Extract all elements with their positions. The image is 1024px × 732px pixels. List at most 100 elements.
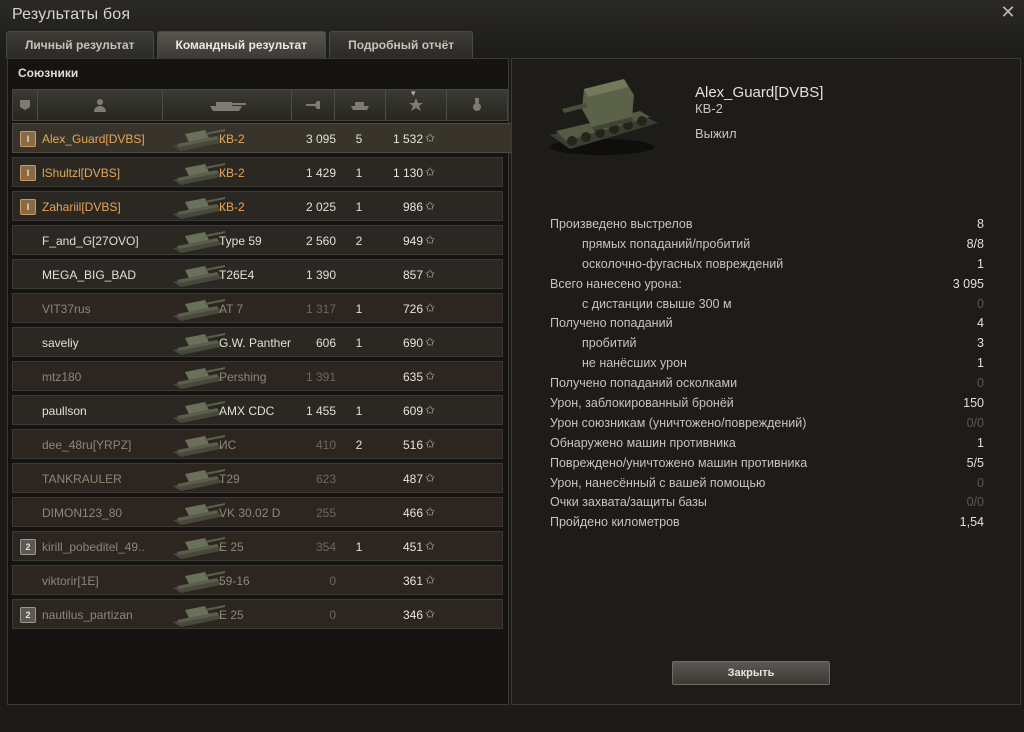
- tank-icon: [210, 102, 246, 111]
- stat-row: не нанёсших урон 1: [550, 354, 984, 374]
- stat-row: осколочно-фугасных повреждений 1: [550, 255, 984, 275]
- stat-label: Произведено выстрелов: [550, 217, 693, 231]
- stat-row: Получено попаданий 4: [550, 314, 984, 334]
- team-row[interactable]: F_and_G[27OVO] Type 59 2 560 2 949 ✩: [12, 225, 503, 255]
- damage-value: 2 560: [305, 234, 336, 248]
- team-row[interactable]: IlShultzl[DVBS] КВ-2 1 429 1 1 130 ✩: [12, 157, 503, 187]
- team-row[interactable]: saveliy G.W. Panther 606 1 690 ✩: [12, 327, 503, 357]
- team-row[interactable]: dee_48ru[YRPZ] ИС 410 2 516 ✩: [12, 429, 503, 459]
- team-row[interactable]: 2 nautilus_partizan E 25 0 346 ✩: [12, 599, 503, 629]
- kills-value: 1: [355, 404, 363, 418]
- team-row[interactable]: mtz180 Pershing 1 391 635 ✩: [12, 361, 503, 391]
- stat-label: не нанёсших урон: [582, 356, 687, 371]
- experience-value: 487: [402, 472, 423, 486]
- close-icon[interactable]: ✕: [1000, 3, 1016, 21]
- experience-value: 726: [402, 302, 423, 316]
- stat-value: 8/8: [966, 236, 984, 251]
- platoon-badge-icon: 2: [20, 539, 36, 555]
- experience-value: 949: [402, 234, 423, 248]
- star-icon: ✩: [425, 607, 436, 621]
- player-column-header[interactable]: [38, 90, 163, 120]
- detail-tank-name: КВ-2: [695, 101, 723, 116]
- experience-star-icon: [409, 98, 423, 111]
- stat-value: 150: [963, 396, 984, 411]
- stat-row: Обнаружено машин противника 1: [550, 434, 984, 454]
- stat-label: Повреждено/уничтожено машин противника: [550, 455, 808, 470]
- damage-column-header[interactable]: [292, 90, 335, 120]
- experience-value: 609: [402, 404, 423, 418]
- player-name: viktorir[1E]: [42, 574, 99, 588]
- team-row[interactable]: I Alex_Guard[DVBS] КВ-2 3 095 5 1 532 ✩: [12, 123, 513, 153]
- player-name: F_and_G[27OVO]: [42, 234, 139, 248]
- player-name: TANKRAULER: [42, 472, 122, 486]
- tab-bar: Личный результат Командный результат Под…: [6, 31, 474, 58]
- team-row[interactable]: MEGA_BIG_BAD T26E4 1 390 857 ✩: [12, 259, 503, 289]
- kills-value: 1: [355, 336, 363, 350]
- stat-label: Пройдено километров: [550, 515, 680, 530]
- stat-value: 3 095: [952, 276, 984, 291]
- stat-row: Получено попаданий осколками 0: [550, 374, 984, 394]
- close-button[interactable]: Закрыть: [672, 661, 830, 685]
- tab-detailed[interactable]: Подробный отчёт: [329, 31, 474, 58]
- player-name: Alex_Guard[DVBS]: [42, 132, 145, 146]
- tab-team[interactable]: Командный результат: [156, 31, 327, 58]
- stat-label: Получено попаданий: [550, 316, 673, 331]
- team-row[interactable]: 2 kirill_pobeditel_49.. E 25 354 1 451 ✩: [12, 531, 503, 561]
- stat-label: Всего нанесено урона:: [550, 276, 682, 291]
- platoon-badge-icon: I: [20, 131, 36, 147]
- stat-value: 0: [977, 296, 984, 311]
- tank-column-header[interactable]: [163, 90, 292, 120]
- allies-panel: Союзники ▾ I Alex_Guard[DVBS] КВ-2 3 095…: [7, 58, 513, 705]
- team-row[interactable]: VIT37rus AT 71 317 1 726 ✩: [12, 293, 503, 323]
- damage-value: 606: [315, 336, 336, 350]
- table-header: ▾: [12, 88, 508, 121]
- medal-column-header[interactable]: [447, 90, 507, 120]
- stat-row: Всего нанесено урона: 3 095: [550, 275, 984, 295]
- star-icon: ✩: [425, 505, 436, 519]
- star-icon: ✩: [425, 471, 436, 485]
- team-row[interactable]: DIMON123_80 VK 30.02 D 255 466 ✩: [12, 497, 503, 527]
- experience-value: 466: [402, 506, 423, 520]
- damage-value: 2 025: [305, 200, 336, 214]
- stat-row: пробитий 3: [550, 334, 984, 354]
- tank-image-kv2: [550, 79, 658, 155]
- team-row[interactable]: paullson AMX CDC 1 455 1 609 ✩: [12, 395, 503, 425]
- stat-row: Урон союзникам (уничтожено/повреждений) 0…: [550, 414, 984, 434]
- detail-player-name: Alex_Guard[DVBS]: [695, 84, 824, 101]
- sort-arrow-icon: ▾: [411, 88, 416, 98]
- team-row[interactable]: TANKRAULER T29 623 487 ✩: [12, 463, 503, 493]
- star-icon: ✩: [425, 369, 436, 383]
- player-name: dee_48ru[YRPZ]: [42, 438, 132, 452]
- stat-value: 1: [977, 356, 984, 371]
- experience-value: 857: [402, 268, 423, 282]
- player-name: DIMON123_80: [42, 506, 123, 520]
- platoon-icon: [20, 100, 30, 110]
- damage-icon: [306, 101, 320, 109]
- experience-value: 635: [402, 370, 423, 384]
- experience-column-header[interactable]: ▾: [386, 88, 447, 120]
- star-icon: ✩: [425, 267, 436, 281]
- stat-value: 5/5: [966, 455, 984, 470]
- platoon-badge-icon: I: [20, 199, 36, 215]
- stat-row: Пройдено километров 1,54: [550, 513, 984, 533]
- stat-value: 4: [977, 316, 984, 331]
- platoon-column-header[interactable]: [13, 90, 38, 120]
- tab-personal[interactable]: Личный результат: [6, 31, 154, 58]
- star-icon: ✩: [425, 335, 436, 349]
- player-name: kirill_pobeditel_49..: [42, 540, 145, 554]
- star-icon: ✩: [425, 301, 436, 315]
- stat-value: 0: [977, 376, 984, 391]
- detail-status: Выжил: [695, 126, 737, 141]
- player-icon: [94, 99, 106, 112]
- team-row[interactable]: I Zahariil[DVBS] КВ-2 2 025 1 986 ✩: [12, 191, 503, 221]
- stat-row: прямых попаданий/пробитий 8/8: [550, 235, 984, 255]
- experience-value: 346: [402, 608, 423, 622]
- experience-value: 690: [402, 336, 423, 350]
- battle-results-window: Результаты боя ✕ Личный результат Команд…: [0, 0, 1024, 732]
- team-row[interactable]: viktorir[1E] 59-16 0 361 ✩: [12, 565, 503, 595]
- kills-column-header[interactable]: [335, 90, 386, 120]
- kills-value: 1: [355, 200, 363, 214]
- damage-value: 1 391: [305, 370, 336, 384]
- stat-label: Очки захвата/защиты базы: [550, 495, 707, 510]
- stat-value: 0/0: [966, 415, 984, 430]
